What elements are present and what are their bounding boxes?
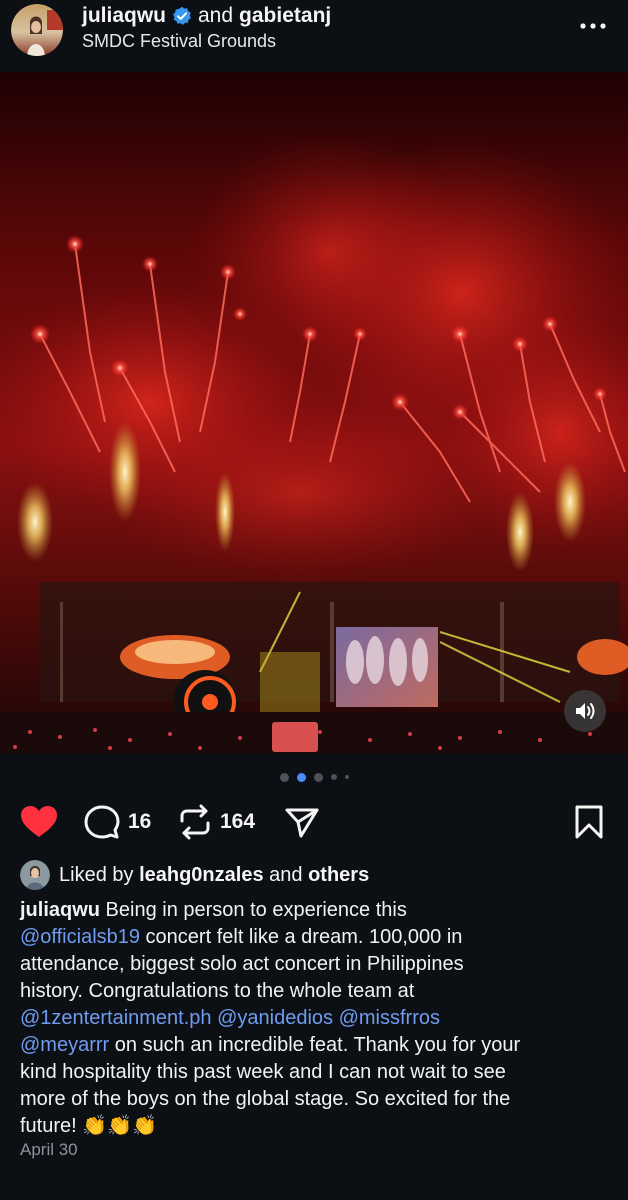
heart-icon <box>21 806 57 837</box>
share-button[interactable] <box>284 800 320 844</box>
like-button[interactable] <box>20 800 58 844</box>
caption-text: on such an incredible feat. Thank you fo… <box>109 1034 521 1056</box>
mention-link[interactable]: @yanidedios <box>217 1007 333 1029</box>
post-date: April 30 <box>20 1140 78 1159</box>
comment-count: 16 <box>128 810 152 833</box>
post-header: juliaqwu and gabietanj SMDC Festival Gro… <box>0 0 628 70</box>
and-text: and <box>198 4 234 27</box>
carousel-dot <box>330 774 337 780</box>
repost-button[interactable]: 164 <box>178 800 255 844</box>
carousel-indicator <box>0 772 628 782</box>
post-image[interactable] <box>0 72 628 754</box>
caption-text: Being in person to experience this <box>100 899 407 921</box>
liked-by-mid: and <box>269 863 303 886</box>
caption-text: future! <box>20 1115 83 1137</box>
liked-by-others[interactable]: others <box>308 864 369 887</box>
save-button[interactable] <box>574 800 604 844</box>
mention-link[interactable]: @1zentertainment.ph <box>20 1007 212 1029</box>
bookmark-icon <box>575 805 603 839</box>
mention-link[interactable]: @meyarrr <box>20 1034 109 1056</box>
audio-toggle-button[interactable] <box>564 690 606 732</box>
liked-by-row: Liked by leahg0nzales and others <box>20 860 369 890</box>
liker-avatar[interactable] <box>20 860 50 890</box>
caption-text: more of the boys on the global stage. So… <box>20 1088 511 1110</box>
mention-link[interactable]: @officialsb19 <box>20 926 140 948</box>
author-avatar[interactable] <box>11 4 63 56</box>
caption-text: attendance, biggest solo act concert in … <box>20 953 464 975</box>
clapping-emoji: 👏👏👏 <box>82 1115 157 1137</box>
more-options-icon[interactable] <box>578 14 608 38</box>
repost-icon <box>180 804 210 840</box>
verified-badge-icon <box>172 6 192 26</box>
comment-icon <box>84 805 120 839</box>
carousel-dot-active <box>296 772 306 782</box>
liked-by-prefix: Liked by <box>59 863 134 886</box>
action-bar: 16 164 <box>0 800 628 844</box>
carousel-dot <box>344 775 349 779</box>
speaker-icon <box>576 703 595 719</box>
caption-text: history. Congratulations to the whole te… <box>20 980 415 1002</box>
author-row: juliaqwu and gabietanj <box>82 4 331 28</box>
post-caption: juliaqwu Being in person to experience t… <box>20 897 612 1140</box>
repost-count: 164 <box>220 810 256 833</box>
carousel-dot <box>313 772 323 782</box>
author-username[interactable]: juliaqwu <box>82 4 166 28</box>
post-location[interactable]: SMDC Festival Grounds <box>82 31 276 52</box>
caption-text: concert felt like a dream. 100,000 in <box>140 926 463 948</box>
caption-author[interactable]: juliaqwu <box>20 899 100 921</box>
carousel-dot <box>279 772 289 782</box>
send-icon <box>285 808 319 838</box>
liker-username[interactable]: leahg0nzales <box>139 864 264 887</box>
collaborator-username[interactable]: gabietanj <box>239 4 331 28</box>
comment-button[interactable]: 16 <box>84 800 151 844</box>
mention-link[interactable]: @missfrros <box>339 1007 440 1029</box>
caption-text: kind hospitality this past week and I ca… <box>20 1061 506 1083</box>
